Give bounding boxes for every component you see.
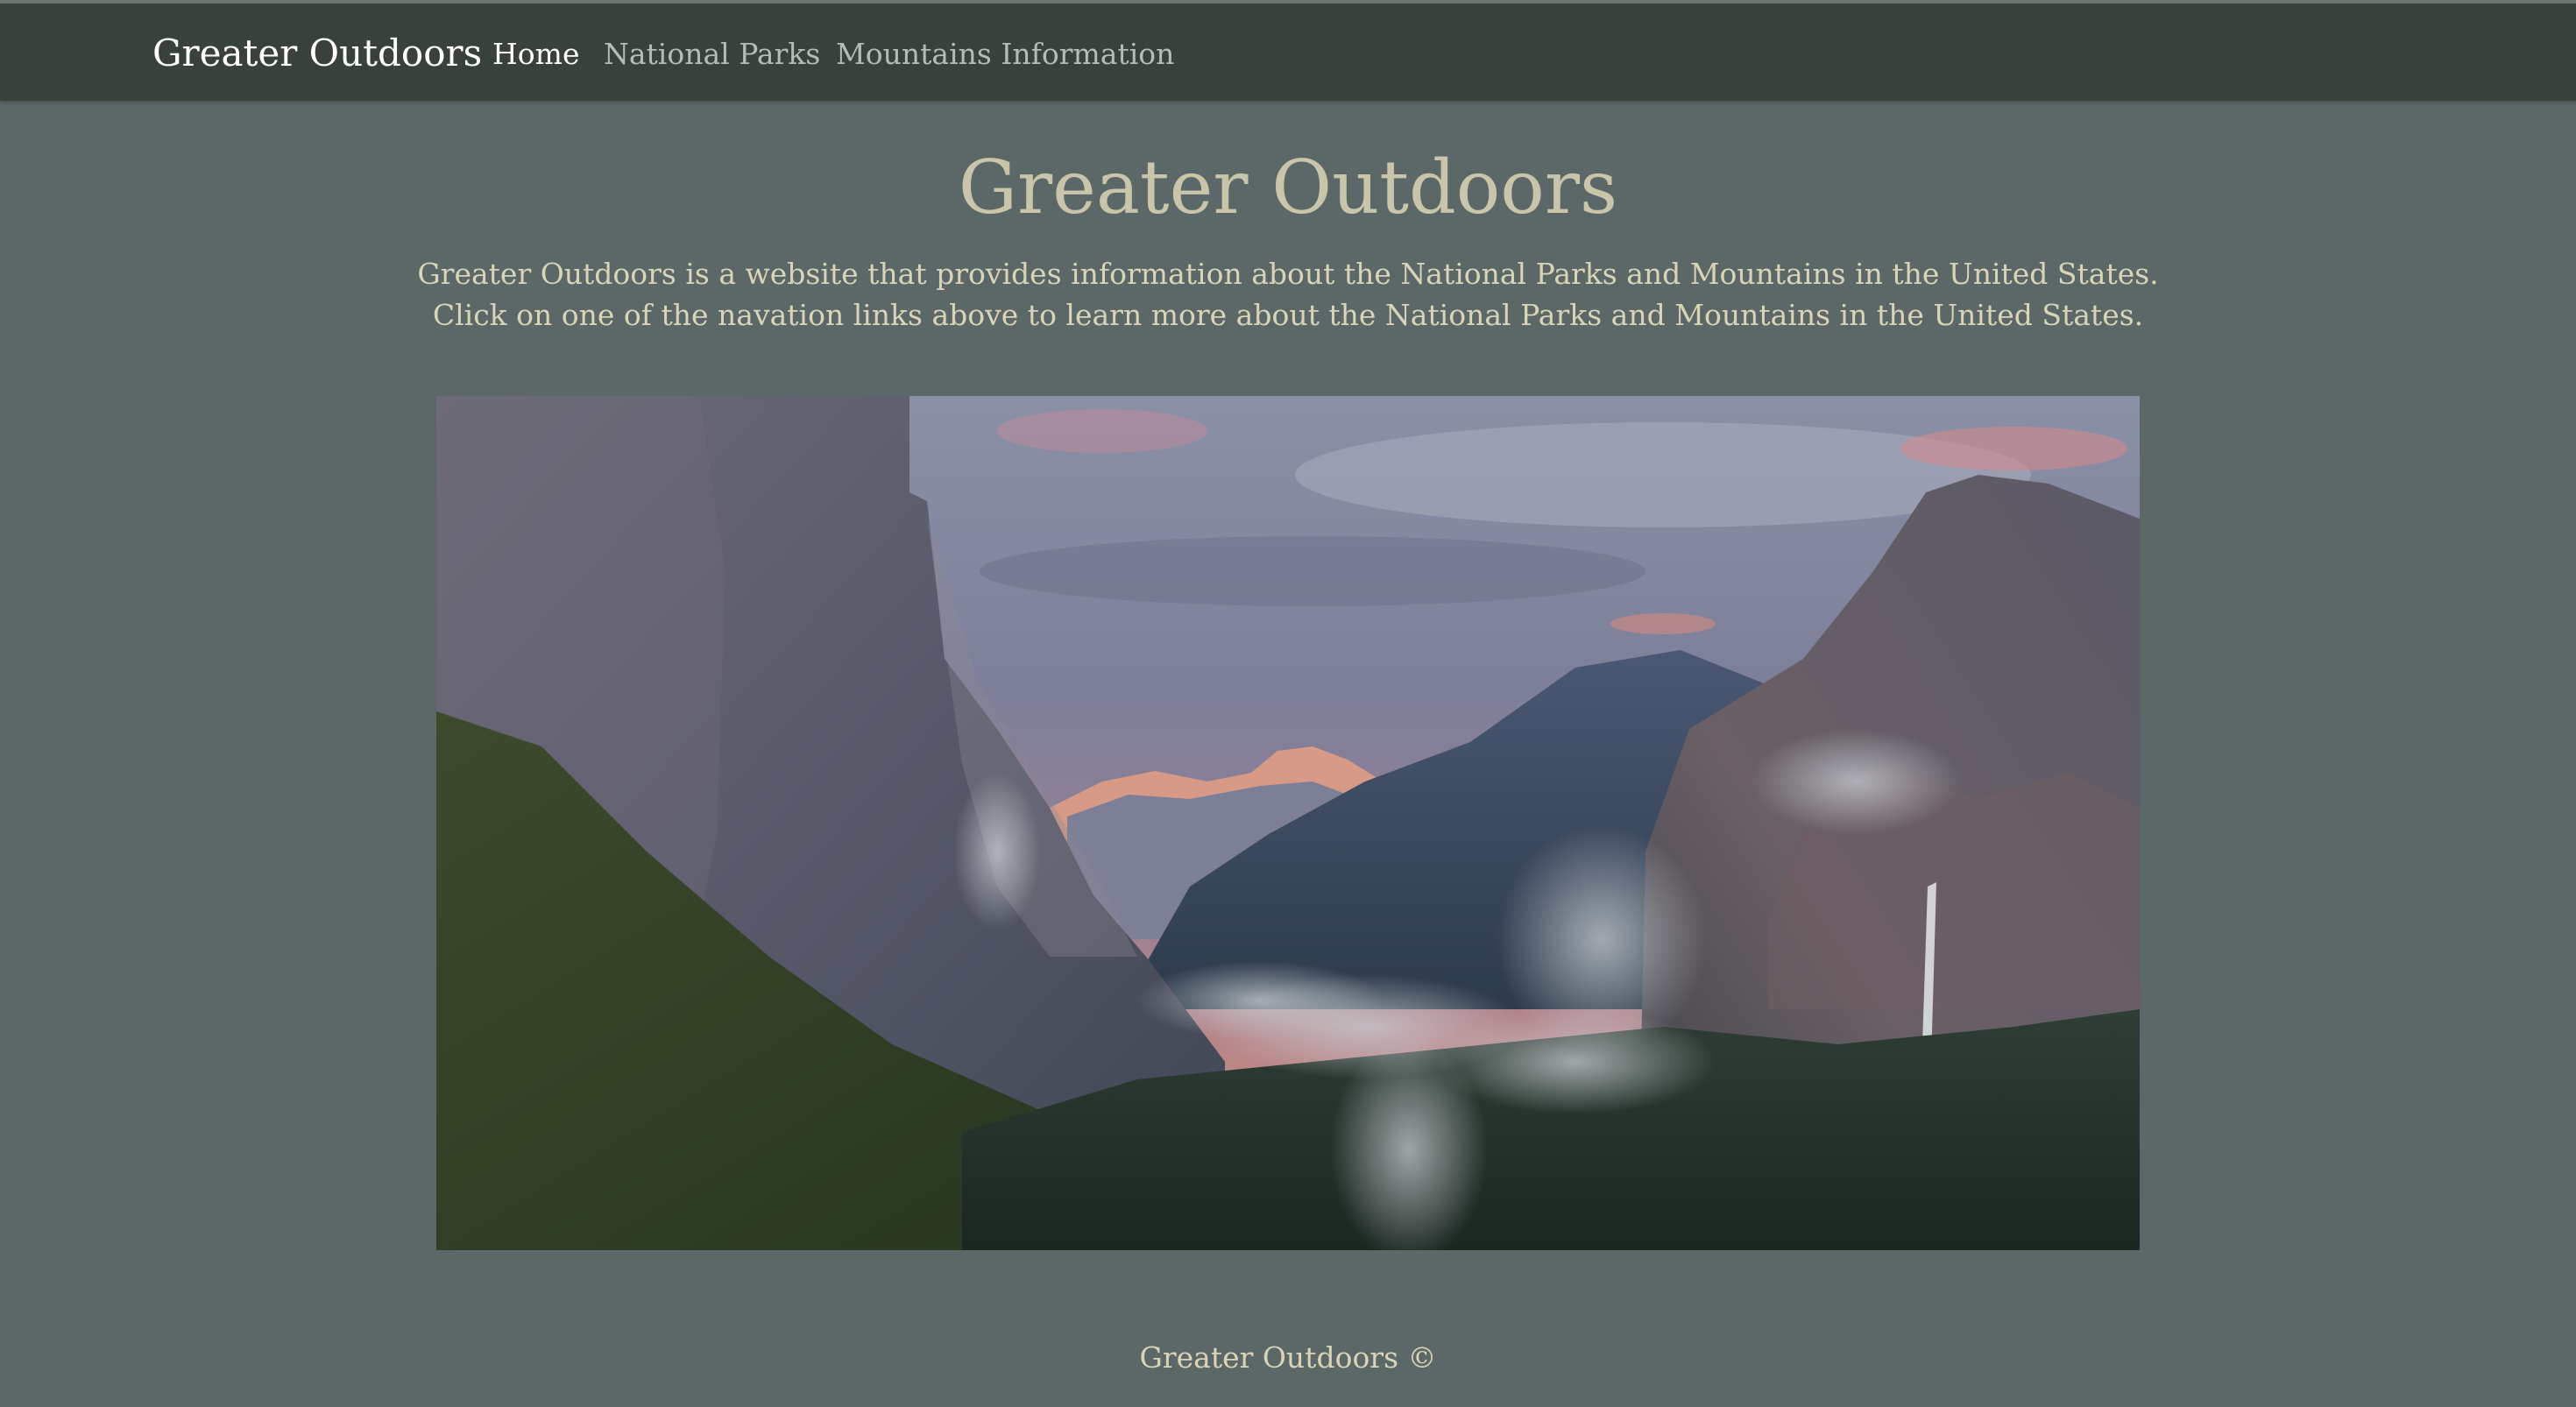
footer: Greater Outdoors ©	[0, 1340, 2576, 1375]
nav-link-home[interactable]: Home	[492, 37, 579, 71]
hero-landscape-image	[436, 396, 2140, 1250]
page-title: Greater Outdoors	[958, 145, 1618, 230]
brand-link[interactable]: Greater Outdoors	[152, 32, 482, 74]
footer-text: Greater Outdoors ©	[1139, 1340, 1437, 1375]
navbar: Greater Outdoors Home National Parks Mou…	[0, 4, 2576, 101]
nav-link-mountains-information[interactable]: Mountains Information	[836, 37, 1174, 71]
description-line-1: Greater Outdoors is a website that provi…	[417, 257, 2159, 291]
description-line-2: Click on one of the navation links above…	[432, 298, 2144, 332]
nav-link-national-parks[interactable]: National Parks	[604, 37, 820, 71]
